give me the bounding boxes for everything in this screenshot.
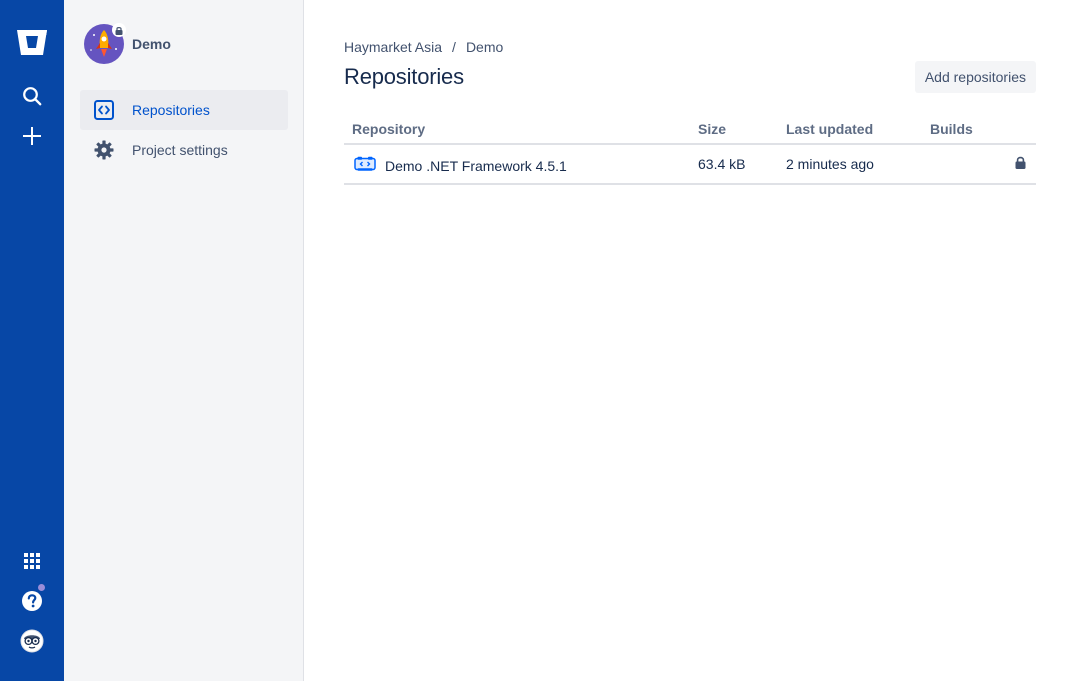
repository-last-updated: 2 minutes ago <box>778 144 922 185</box>
app-switcher-icon[interactable] <box>12 541 52 581</box>
notification-dot <box>38 584 45 591</box>
add-repositories-button[interactable]: Add repositories <box>914 61 1036 93</box>
repository-builds <box>922 144 1036 185</box>
plus-icon[interactable] <box>12 116 52 156</box>
repository-cell: Demo .NET Framework 4.5.1 <box>352 155 682 174</box>
column-header-last-updated[interactable]: Last updated <box>778 112 922 145</box>
sidebar-item-project-settings[interactable]: Project settings <box>80 130 288 170</box>
avatar-icon[interactable] <box>12 621 52 661</box>
column-header-size[interactable]: Size <box>690 112 778 145</box>
global-navigation <box>0 0 64 681</box>
lock-icon <box>1012 156 1026 170</box>
breadcrumb-separator: / <box>452 39 456 55</box>
rocket-icon <box>84 23 126 64</box>
sidebar-item-label: Repositories <box>132 102 210 118</box>
repositories-table: Repository Size Last updated Builds Demo… <box>344 112 1036 185</box>
repository-link[interactable]: Demo .NET Framework 4.5.1 <box>385 158 567 174</box>
sidebar-item-label: Project settings <box>132 142 228 158</box>
project-header[interactable]: Demo <box>84 23 171 64</box>
sidebar-item-repositories[interactable]: Repositories <box>80 90 288 130</box>
project-name: Demo <box>132 36 171 52</box>
table-header-row: Repository Size Last updated Builds <box>344 112 1036 145</box>
page-title: Repositories <box>344 64 464 89</box>
column-header-builds: Builds <box>922 112 1036 145</box>
breadcrumb-item-project[interactable]: Demo <box>466 39 503 55</box>
breadcrumb-item-workspace[interactable]: Haymarket Asia <box>344 39 442 55</box>
column-header-repository[interactable]: Repository <box>344 112 690 145</box>
search-icon[interactable] <box>12 76 52 116</box>
repository-size: 63.4 kB <box>690 144 778 185</box>
repository-icon <box>354 155 376 173</box>
private-lock-icon <box>112 23 126 37</box>
breadcrumb: Haymarket Asia / Demo <box>344 39 503 55</box>
gear-icon <box>94 140 114 160</box>
code-brackets-icon <box>94 100 114 120</box>
table-row: Demo .NET Framework 4.5.1 63.4 kB 2 minu… <box>344 144 1036 185</box>
bitbucket-logo-icon[interactable] <box>12 22 52 62</box>
help-icon[interactable] <box>12 581 52 621</box>
project-sidebar: Demo Repositories Project settings <box>64 0 304 681</box>
